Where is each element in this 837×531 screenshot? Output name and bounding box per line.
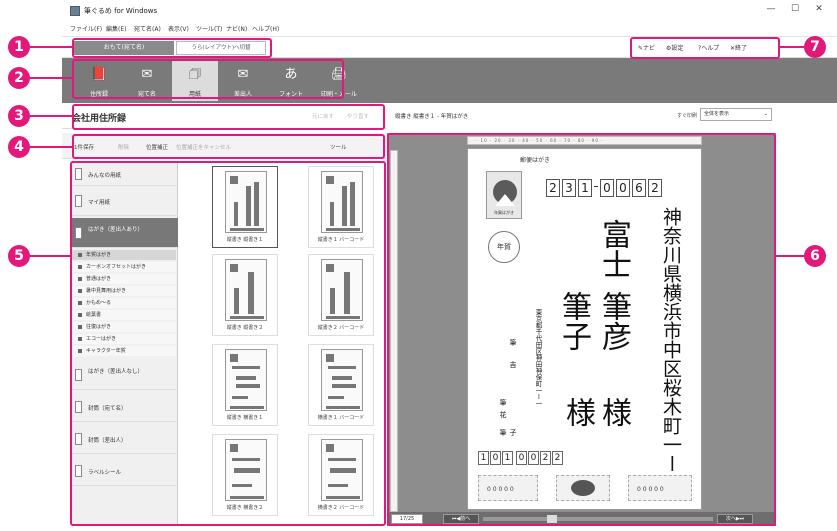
callout-line-7 bbox=[780, 46, 804, 48]
menu-help[interactable]: ヘルプ(H) bbox=[252, 24, 279, 33]
callout-marker-2: 2 bbox=[8, 67, 30, 89]
callout-box-6 bbox=[387, 133, 776, 526]
minimize-button[interactable]: — bbox=[762, 4, 780, 18]
menu-view[interactable]: 表示(V) bbox=[168, 24, 189, 33]
callout-marker-1: 1 bbox=[8, 36, 30, 58]
zoom-select[interactable]: 全体を表示 ⌄ bbox=[700, 108, 772, 121]
menu-navi[interactable]: ナビ(N) bbox=[226, 24, 247, 33]
callout-line-4 bbox=[30, 146, 72, 148]
close-button[interactable]: ✕ bbox=[810, 4, 828, 18]
callout-box-1 bbox=[72, 38, 272, 58]
callout-box-2 bbox=[72, 59, 344, 99]
preview-caption: 縦書き 縦書き１ - 年賀はがき bbox=[395, 114, 469, 120]
callout-line-6 bbox=[776, 255, 804, 257]
callout-box-3 bbox=[72, 104, 385, 130]
callout-marker-4: 4 bbox=[8, 136, 30, 158]
menu-bar: ファイル(F) 編集(E) 宛て名(A) 表示(V) ツール(T) ナビ(N) … bbox=[62, 22, 837, 36]
callout-marker-6: 6 bbox=[804, 245, 826, 267]
menu-address[interactable]: 宛て名(A) bbox=[134, 24, 161, 33]
maximize-button[interactable]: ☐ bbox=[786, 4, 804, 18]
callout-marker-5: 5 bbox=[8, 245, 30, 267]
menu-edit[interactable]: 編集(E) bbox=[106, 24, 126, 33]
callout-line-2 bbox=[30, 77, 72, 79]
callout-line-1 bbox=[30, 46, 72, 48]
preview-header: 縦書き 縦書き１ - 年賀はがき すぐ印刷 全体を表示 ⌄ bbox=[387, 103, 776, 129]
callout-box-5 bbox=[70, 161, 386, 526]
callout-line-3 bbox=[30, 115, 72, 117]
title-bar: 筆ぐるめ for Windows — ☐ ✕ bbox=[62, 0, 837, 22]
callout-marker-7: 7 bbox=[804, 36, 826, 58]
menu-tools[interactable]: ツール(T) bbox=[196, 24, 222, 33]
app-icon bbox=[70, 6, 80, 16]
callout-marker-3: 3 bbox=[8, 105, 30, 127]
callout-line-5 bbox=[30, 255, 70, 257]
chevron-down-icon: ⌄ bbox=[763, 111, 768, 117]
quick-print-label: すぐ印刷 bbox=[677, 113, 698, 119]
menu-file[interactable]: ファイル(F) bbox=[70, 24, 102, 33]
callout-box-4 bbox=[72, 134, 385, 159]
callout-box-7 bbox=[630, 37, 780, 59]
window-title: 筆ぐるめ for Windows bbox=[84, 7, 158, 15]
